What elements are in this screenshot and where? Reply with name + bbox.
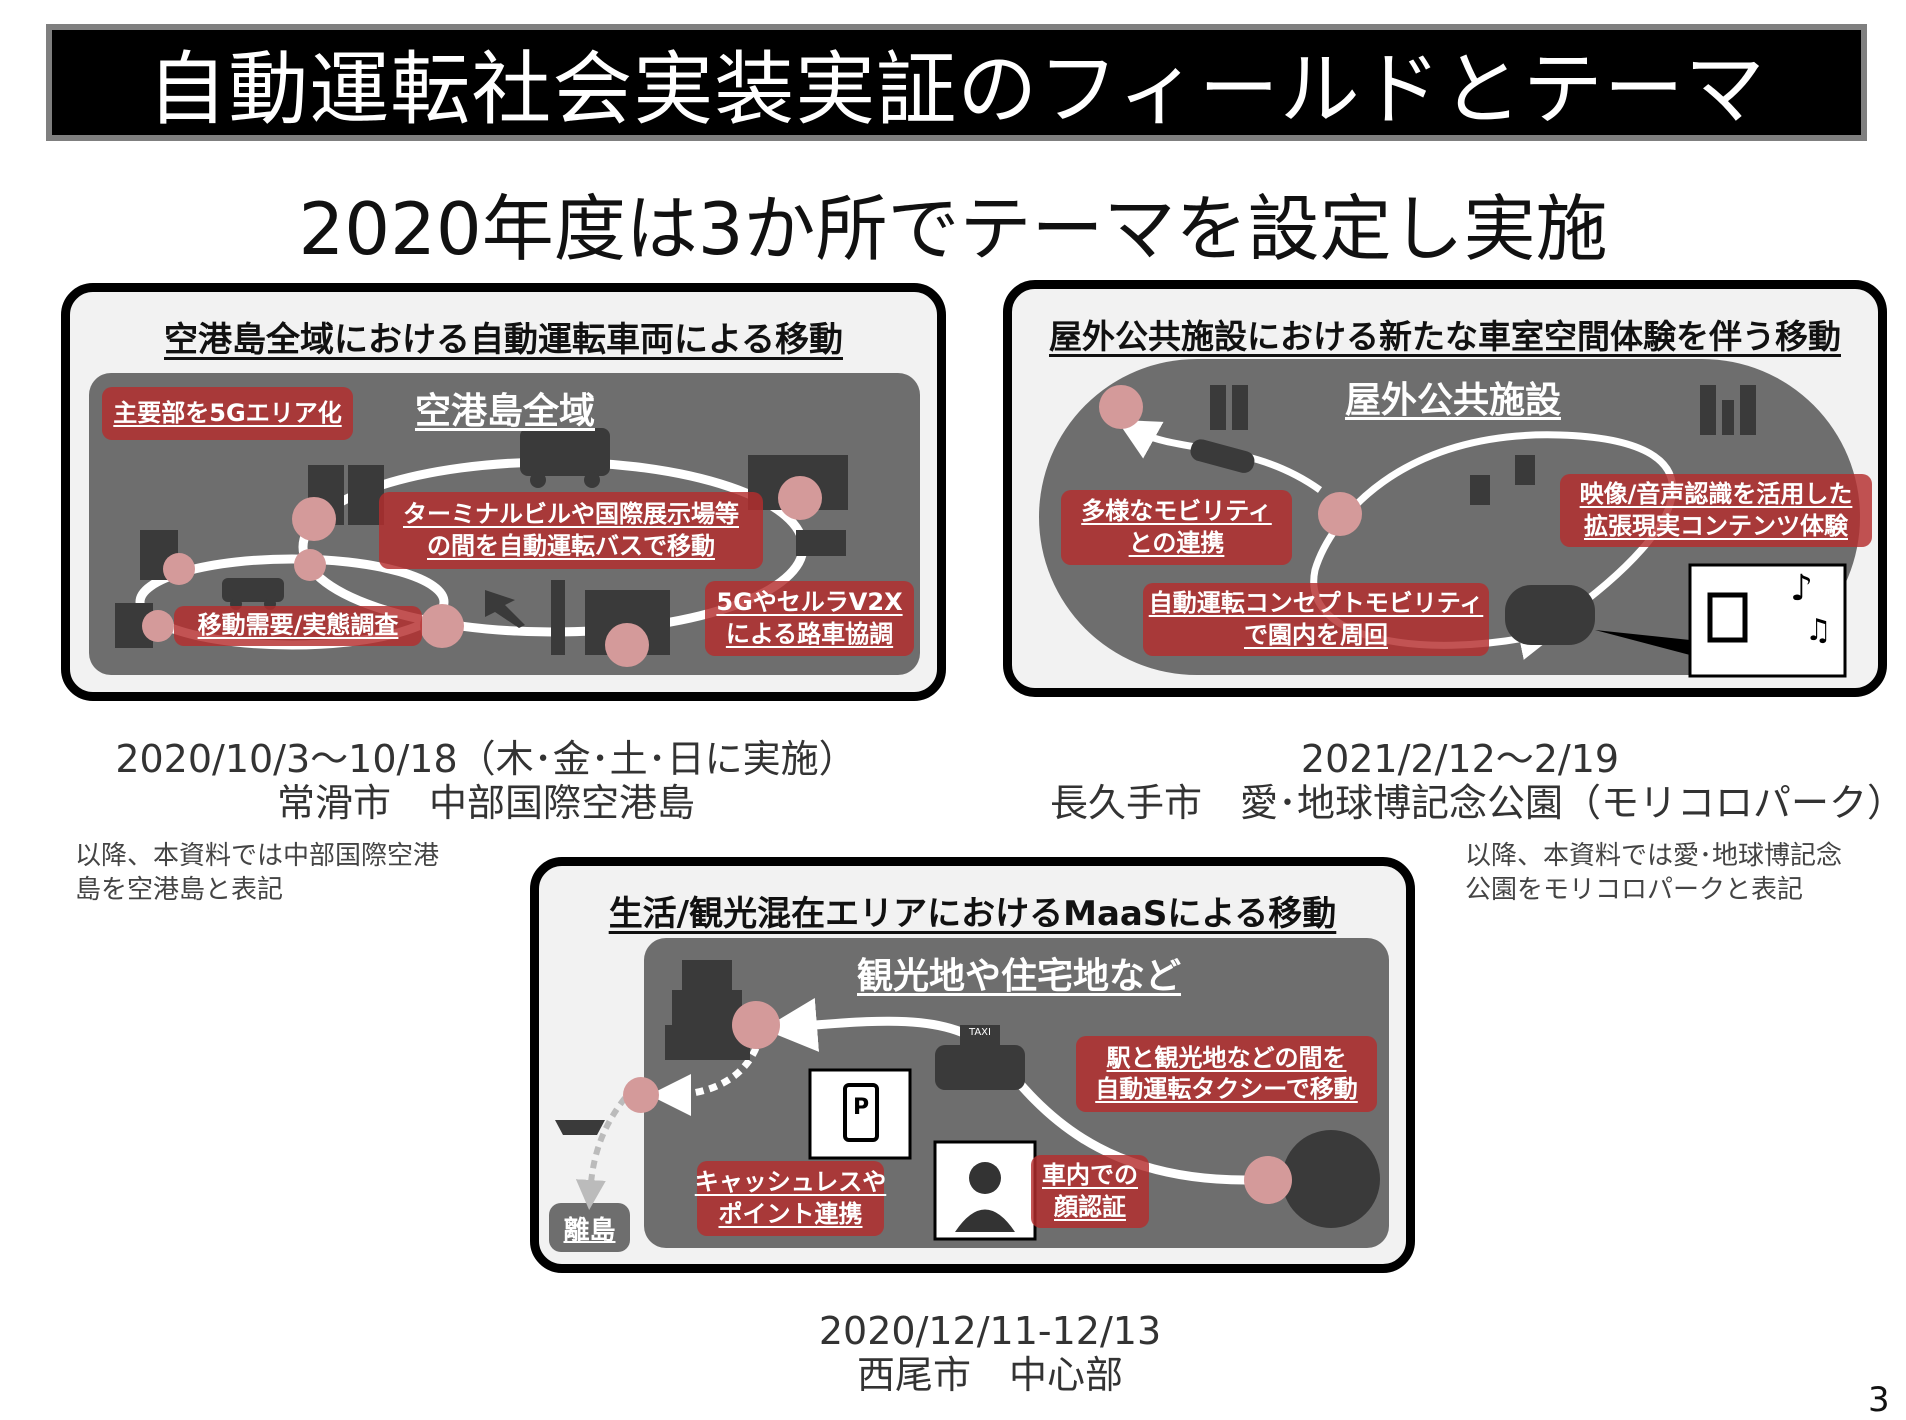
callout-cashless: キャッシュレスや ポイント連携: [695, 1161, 886, 1236]
maas-place: 西尾市 中心部: [856, 1352, 1123, 1397]
callout-face-auth: 車内での 顔認証: [1031, 1155, 1149, 1228]
panel-airport-title: 空港島全域における自動運転車両による移動: [164, 320, 843, 360]
park-place: 長久手市 愛･地球博記念公園（モリコロパーク）: [1050, 780, 1906, 825]
flower-icon: [1470, 475, 1490, 505]
park-note-line: 以降、本資料では愛･地球博記念: [1465, 841, 1843, 871]
island-label: 離島: [563, 1216, 616, 1246]
park-area-label: 屋外公共施設: [1344, 380, 1561, 421]
callout-v2x: 5GやセルラV2X による路車協調: [705, 581, 914, 656]
park-note-line: 公園をモリコロパークと表記: [1465, 874, 1804, 905]
maas-date: 2020/12/11-12/13: [818, 1309, 1162, 1353]
airport-note-line: 以降、本資料では中部国際空港: [75, 841, 440, 871]
callout-5g-area: 主要部を5Gエリア化: [102, 387, 353, 440]
airport-note: 以降、本資料では中部国際空港 島を空港島と表記: [75, 840, 439, 908]
svg-text:♪: ♪: [1790, 568, 1813, 609]
page-number: 3: [1868, 1380, 1890, 1420]
taxi-sign: TAXI: [969, 1027, 991, 1038]
tower-icon: [551, 580, 565, 655]
airport-area-label: 空港島全域: [414, 391, 595, 432]
ferry-route-arrow: [575, 1096, 628, 1210]
parking-sign: P: [852, 1095, 870, 1120]
callout-taxi: 駅と観光地などの間を 自動運転タクシーで移動: [1076, 1036, 1377, 1112]
concept-car-icon: [1505, 585, 1595, 645]
couple-icon: [1210, 385, 1226, 430]
park-date: 2021/2/12～2/19: [1300, 737, 1620, 781]
park-date-block: 2021/2/12～2/19 長久手市 愛･地球博記念公園（モリコロパーク）: [1050, 737, 1906, 825]
svg-text:♫: ♫: [1805, 613, 1832, 648]
family-icon: [1700, 385, 1716, 435]
deer-icon: [1515, 455, 1535, 485]
maas-date-block: 2020/12/11-12/13 西尾市 中心部: [600, 1309, 1380, 1397]
callout-concept-mobility: 自動運転コンセプトモビリティ で園内を周回: [1143, 583, 1489, 656]
airport-date: 2020/10/3～10/18（木･金･土･日に実施）: [115, 737, 857, 781]
park-note: 以降、本資料では愛･地球博記念 公園をモリコロパークと表記: [1465, 840, 1842, 908]
airport-note-line: 島を空港島と表記: [75, 874, 284, 905]
callout-survey: 移動需要/実態調査: [174, 606, 422, 646]
panel-park-title: 屋外公共施設における新たな車室空間体験を伴う移動: [1049, 317, 1841, 356]
callout-mobility: 多様なモビリティ との連携: [1061, 490, 1292, 565]
callout-ar: 映像/音声認識を活用した 拡張現実コンテンツ体験: [1560, 474, 1872, 547]
airport-place: 常滑市 中部国際空港島: [276, 780, 695, 825]
ship-icon: [555, 1120, 605, 1135]
diagram-graphics: ♪♫: [89, 359, 1860, 1252]
train-icon: [1282, 1130, 1380, 1228]
panel-maas-title: 生活/観光混在エリアにおけるMaaSによる移動: [608, 894, 1337, 934]
callout-bus: ターミナルビルや国際展示場等 の間を自動運転バスで移動: [379, 492, 763, 569]
camera-icon: [796, 530, 846, 556]
town-area-label: 観光地や住宅地など: [857, 956, 1182, 997]
airport-date-block: 2020/10/3～10/18（木･金･土･日に実施） 常滑市 中部国際空港島: [61, 737, 911, 825]
